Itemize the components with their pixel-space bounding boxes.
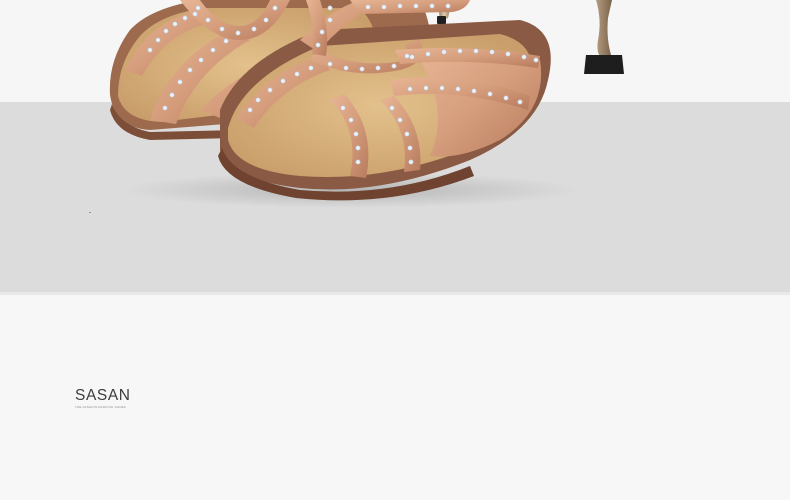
product-photo [109, 0, 624, 208]
brand-name: SASAN [75, 387, 131, 404]
brand-logo: SASAN THE FASHION DANCING SHOES [75, 388, 165, 410]
brand-tagline: THE FASHION DANCING SHOES [75, 405, 127, 409]
front-heel [560, 0, 624, 74]
